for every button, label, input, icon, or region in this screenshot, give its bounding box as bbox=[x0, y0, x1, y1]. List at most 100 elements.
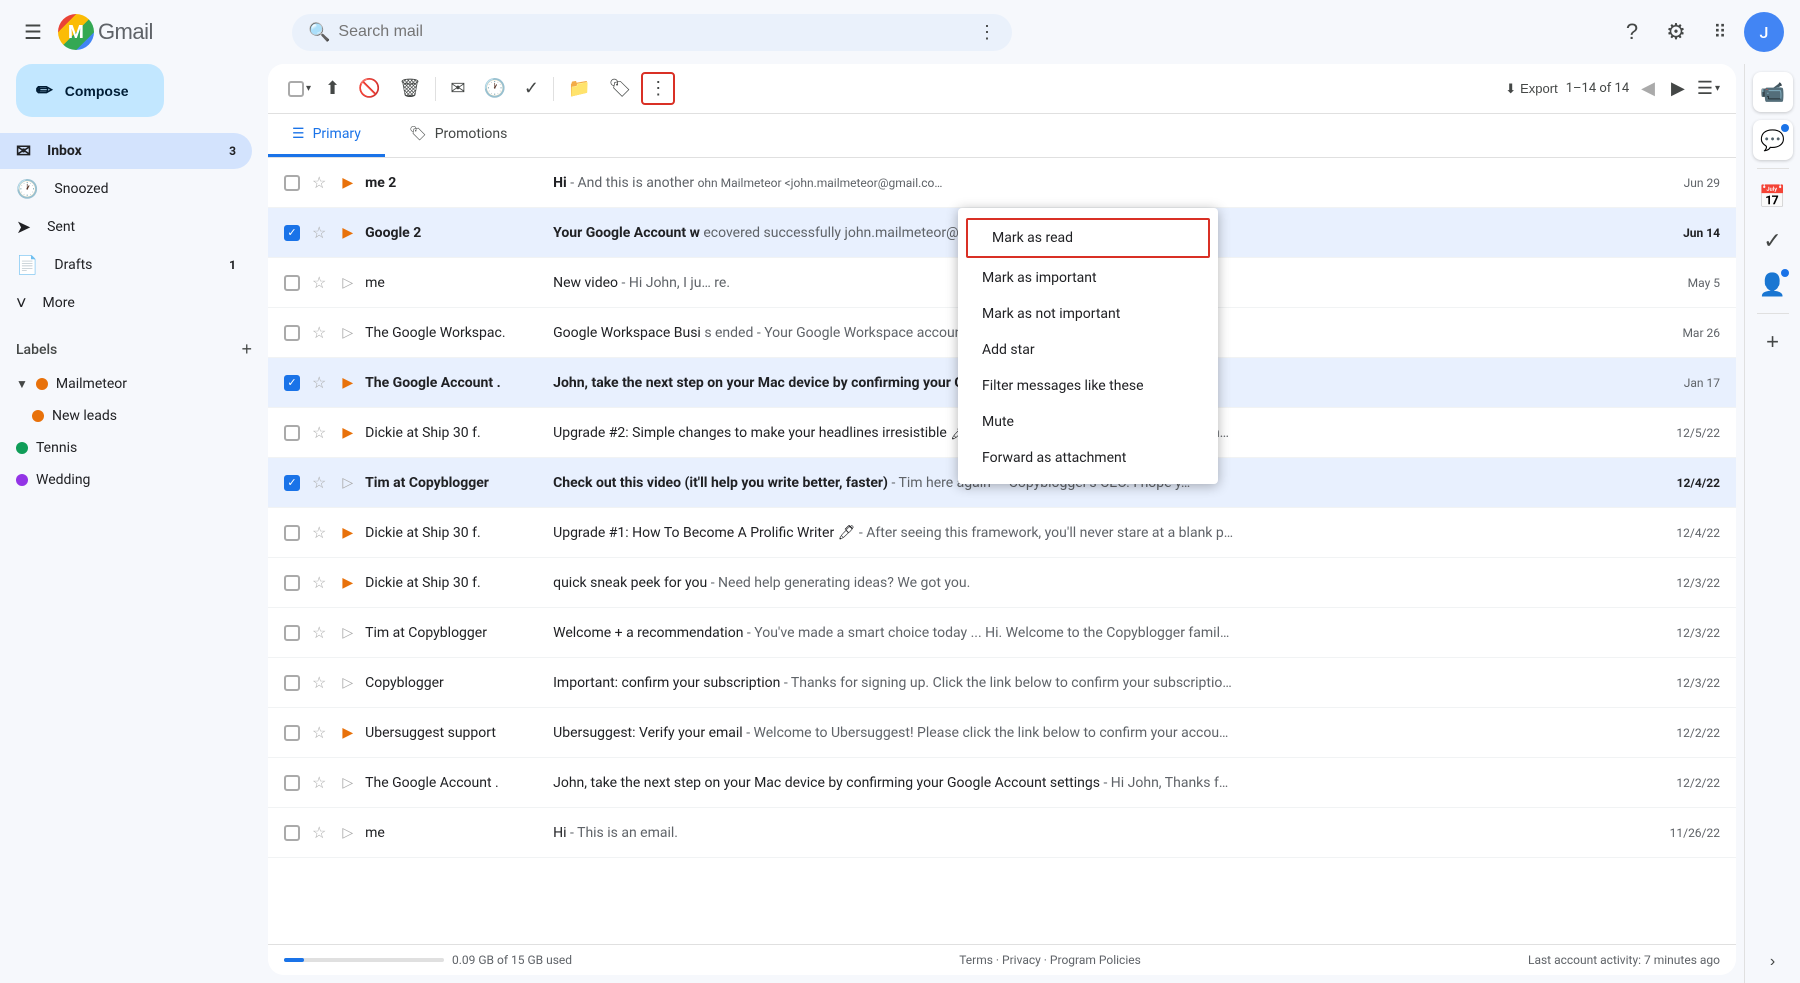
tab-promotions[interactable]: 🏷 Promotions bbox=[385, 114, 531, 157]
important-button[interactable]: ▷ bbox=[338, 820, 357, 845]
star-button[interactable]: ☆ bbox=[308, 419, 330, 447]
footer-privacy[interactable]: Privacy bbox=[1002, 953, 1041, 967]
archive-button[interactable]: ⬆ bbox=[317, 72, 348, 105]
star-button[interactable]: ☆ bbox=[308, 319, 330, 347]
row-checkbox[interactable]: ✓ bbox=[284, 475, 300, 491]
right-panel-calendar-icon[interactable]: 📅 bbox=[1753, 177, 1793, 217]
table-row[interactable]: ☆ ▷ me Hi - This is an email. 11/26/22 bbox=[268, 808, 1736, 858]
add-label-icon[interactable]: + bbox=[241, 339, 252, 360]
more-options-button[interactable]: ⋮ bbox=[641, 72, 675, 105]
right-panel-expand-icon[interactable]: › bbox=[1766, 949, 1779, 975]
nav-item-sent[interactable]: ➤ Sent bbox=[0, 209, 252, 245]
star-button[interactable]: ☆ bbox=[308, 769, 330, 797]
important-button[interactable]: ▶ bbox=[338, 170, 357, 195]
star-button[interactable]: ☆ bbox=[308, 519, 330, 547]
context-menu-item-forward-as-attachment[interactable]: Forward as attachment bbox=[958, 440, 1218, 476]
important-button[interactable]: ▶ bbox=[338, 570, 357, 595]
nav-item-drafts[interactable]: 📄 Drafts 1 bbox=[0, 247, 252, 283]
table-row[interactable]: ☆ ▶ Dickie at Ship 30 f. Upgrade #1: How… bbox=[268, 508, 1736, 558]
label-button[interactable]: 🏷 bbox=[600, 72, 639, 105]
apps-icon[interactable]: ⠿ bbox=[1700, 12, 1740, 52]
row-checkbox[interactable] bbox=[284, 725, 300, 741]
important-button[interactable]: ▷ bbox=[338, 670, 357, 695]
table-row[interactable]: ☆ ▷ The Google Account . John, take the … bbox=[268, 758, 1736, 808]
important-button[interactable]: ▷ bbox=[338, 770, 357, 795]
table-row[interactable]: ☆ ▷ Copyblogger Important: confirm your … bbox=[268, 658, 1736, 708]
search-options-icon[interactable]: ⋮ bbox=[978, 22, 996, 43]
table-row[interactable]: ☆ ▶ Dickie at Ship 30 f. quick sneak pee… bbox=[268, 558, 1736, 608]
label-item-mailmeteor[interactable]: ▼ Mailmeteor bbox=[0, 368, 268, 400]
export-button[interactable]: ⬇ Export bbox=[1505, 81, 1557, 97]
label-item-wedding[interactable]: Wedding bbox=[0, 464, 268, 496]
important-button[interactable]: ▶ bbox=[338, 420, 357, 445]
star-button[interactable]: ☆ bbox=[308, 619, 330, 647]
mark-read-button[interactable]: ✉ bbox=[442, 72, 473, 105]
right-panel-tasks-icon[interactable]: ✓ bbox=[1753, 221, 1793, 261]
nav-item-more[interactable]: ˅ More bbox=[0, 285, 252, 321]
star-button[interactable]: ☆ bbox=[308, 719, 330, 747]
delete-button[interactable]: 🗑 bbox=[391, 72, 430, 105]
important-button[interactable]: ▷ bbox=[338, 270, 357, 295]
compose-button[interactable]: ✏ Compose bbox=[16, 64, 164, 117]
prev-page-button[interactable]: ◀ bbox=[1637, 74, 1659, 103]
row-checkbox[interactable]: ✓ bbox=[284, 225, 300, 241]
row-checkbox[interactable] bbox=[284, 275, 300, 291]
avatar[interactable]: J bbox=[1744, 12, 1784, 52]
context-menu-item-mark-as-not-important[interactable]: Mark as not important bbox=[958, 296, 1218, 332]
row-checkbox[interactable] bbox=[284, 575, 300, 591]
star-button[interactable]: ☆ bbox=[308, 219, 330, 247]
report-spam-button[interactable]: 🚫 bbox=[350, 72, 388, 105]
important-button[interactable]: ▷ bbox=[338, 320, 357, 345]
settings-icon[interactable]: ⚙ bbox=[1656, 12, 1696, 52]
row-checkbox[interactable]: ✓ bbox=[284, 375, 300, 391]
star-button[interactable]: ☆ bbox=[308, 669, 330, 697]
row-checkbox[interactable] bbox=[284, 775, 300, 791]
right-panel-contacts-icon[interactable]: 👤 bbox=[1753, 265, 1793, 305]
star-button[interactable]: ☆ bbox=[308, 819, 330, 847]
context-menu-item-mark-as-read[interactable]: Mark as read bbox=[966, 218, 1210, 258]
next-page-button[interactable]: ▶ bbox=[1667, 74, 1689, 103]
table-row[interactable]: ☆ ▶ me 2 Hi - And this is another ohn Ma… bbox=[268, 158, 1736, 208]
row-checkbox[interactable] bbox=[284, 325, 300, 341]
tab-primary[interactable]: ☰ Primary bbox=[268, 114, 385, 157]
star-button[interactable]: ☆ bbox=[308, 269, 330, 297]
context-menu-item-filter-messages[interactable]: Filter messages like these bbox=[958, 368, 1218, 404]
important-button[interactable]: ▶ bbox=[338, 520, 357, 545]
add-tasks-button[interactable]: ✓ bbox=[516, 72, 547, 105]
important-button[interactable]: ▶ bbox=[338, 220, 357, 245]
star-button[interactable]: ☆ bbox=[308, 369, 330, 397]
important-button[interactable]: ▷ bbox=[338, 470, 357, 495]
table-row[interactable]: ☆ ▶ Ubersuggest support Ubersuggest: Ver… bbox=[268, 708, 1736, 758]
star-button[interactable]: ☆ bbox=[308, 469, 330, 497]
context-menu-item-mark-as-important[interactable]: Mark as important bbox=[958, 260, 1218, 296]
right-panel-chat-icon[interactable]: 💬 bbox=[1753, 120, 1793, 160]
important-button[interactable]: ▶ bbox=[338, 720, 357, 745]
label-item-new-leads[interactable]: New leads bbox=[0, 400, 268, 432]
move-to-button[interactable]: 📁 bbox=[560, 72, 598, 105]
row-checkbox[interactable] bbox=[284, 825, 300, 841]
context-menu-item-add-star[interactable]: Add star bbox=[958, 332, 1218, 368]
view-options-button[interactable]: ☰▾ bbox=[1697, 78, 1720, 99]
help-icon[interactable]: ? bbox=[1612, 12, 1652, 52]
select-all-button[interactable]: ▾ bbox=[284, 75, 315, 103]
nav-item-snoozed[interactable]: 🕐 Snoozed bbox=[0, 171, 252, 207]
right-panel-add-icon[interactable]: + bbox=[1753, 322, 1793, 362]
row-checkbox[interactable] bbox=[284, 525, 300, 541]
row-checkbox[interactable] bbox=[284, 425, 300, 441]
table-row[interactable]: ☆ ▷ Tim at Copyblogger Welcome + a recom… bbox=[268, 608, 1736, 658]
snooze-button[interactable]: 🕐 bbox=[476, 72, 514, 105]
footer-program-policies[interactable]: Program Policies bbox=[1050, 953, 1141, 967]
star-button[interactable]: ☆ bbox=[308, 169, 330, 197]
menu-icon[interactable]: ☰ bbox=[16, 12, 50, 53]
search-input[interactable] bbox=[338, 23, 970, 41]
right-panel-meet-icon[interactable]: 📹 bbox=[1753, 72, 1793, 112]
important-button[interactable]: ▶ bbox=[338, 370, 357, 395]
label-item-tennis[interactable]: Tennis bbox=[0, 432, 268, 464]
important-button[interactable]: ▷ bbox=[338, 620, 357, 645]
star-button[interactable]: ☆ bbox=[308, 569, 330, 597]
row-checkbox[interactable] bbox=[284, 175, 300, 191]
nav-item-inbox[interactable]: ✉ Inbox 3 bbox=[0, 133, 252, 169]
row-checkbox[interactable] bbox=[284, 625, 300, 641]
context-menu-item-mute[interactable]: Mute bbox=[958, 404, 1218, 440]
row-checkbox[interactable] bbox=[284, 675, 300, 691]
